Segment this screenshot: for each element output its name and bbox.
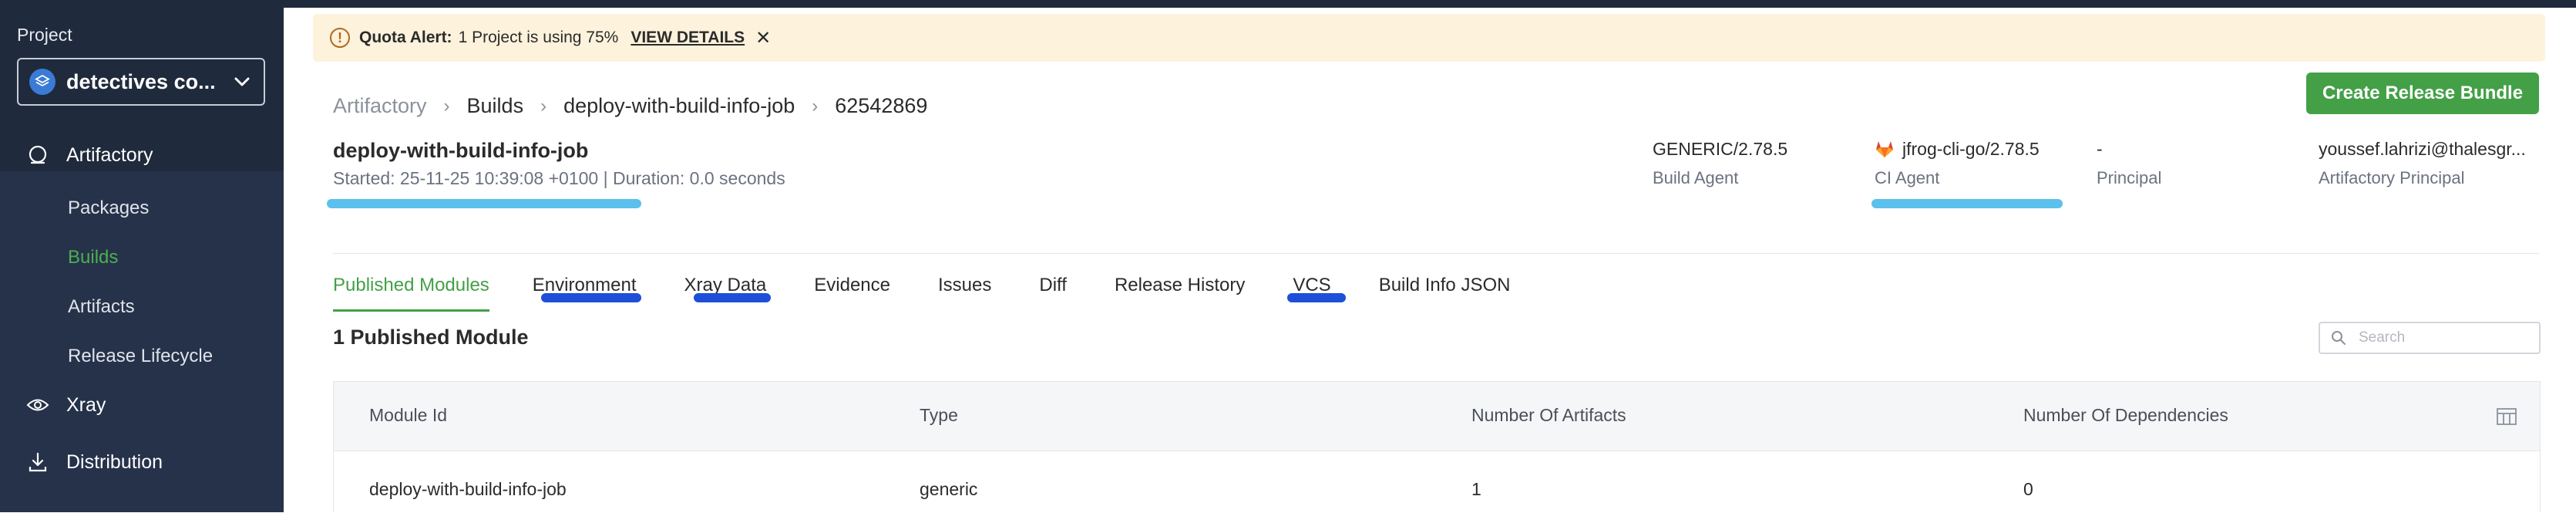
sidebar-item-release-lifecycle[interactable]: Release Lifecycle	[68, 346, 213, 367]
principal-value: -	[2097, 138, 2103, 159]
nav-xray-label: Xray	[66, 393, 106, 416]
build-agent-value: GENERIC/2.78.5	[1653, 138, 1788, 159]
nav-distribution-label: Distribution	[66, 451, 163, 473]
chevron-right-icon: ›	[812, 95, 819, 116]
search-box[interactable]	[2319, 322, 2541, 354]
tab-published-modules[interactable]: Published Modules	[333, 265, 489, 313]
breadcrumb-build-number: 62542869	[835, 94, 928, 117]
tab-vcs[interactable]: VCS	[1293, 265, 1330, 313]
tab-issues[interactable]: Issues	[938, 265, 991, 313]
cell-number-of-artifacts: 1	[1471, 479, 1481, 499]
cell-type: generic	[920, 479, 978, 499]
ci-agent-label: CI Agent	[1875, 168, 1940, 187]
annotation-underline-environment	[541, 293, 641, 302]
nav-artifactory[interactable]: Artifactory	[26, 143, 153, 167]
chevron-right-icon: ›	[540, 95, 547, 116]
search-input[interactable]	[2359, 329, 2513, 346]
sidebar: Project detectives co... Artifactory Pac…	[0, 8, 284, 512]
cell-module-id[interactable]: deploy-with-build-info-job	[369, 479, 567, 500]
search-icon	[2332, 331, 2346, 345]
breadcrumb: Artifactory › Builds › deploy-with-build…	[333, 94, 927, 118]
chevron-right-icon: ›	[443, 95, 450, 116]
project-name: detectives co...	[66, 69, 216, 93]
ci-agent-value: jfrog-cli-go/2.78.5	[1902, 138, 2040, 159]
nav-xray[interactable]: Xray	[26, 393, 106, 417]
table-header: Module Id Type Number Of Artifacts Numbe…	[334, 382, 2540, 451]
breadcrumb-artifactory[interactable]: Artifactory	[333, 94, 427, 118]
artifactory-principal-value: youssef.lahrizi@thalesgr...	[2319, 138, 2526, 159]
table-row[interactable]: deploy-with-build-info-job generic 1 0	[334, 451, 2540, 513]
build-started-duration: Started: 25-11-25 10:39:08 +0100 | Durat…	[333, 168, 785, 188]
create-release-bundle-button[interactable]: Create Release Bundle	[2306, 73, 2539, 114]
tab-build-info-json[interactable]: Build Info JSON	[1379, 265, 1511, 313]
breadcrumb-builds[interactable]: Builds	[467, 94, 524, 118]
main-content: ! Quota Alert: 1 Project is using 75% VI…	[284, 8, 2576, 512]
gitlab-icon	[1876, 141, 1893, 157]
annotation-underline-ci-agent	[1871, 199, 2063, 208]
tab-release-history[interactable]: Release History	[1115, 265, 1245, 313]
annotation-underline-vcs	[1287, 293, 1346, 302]
artifactory-icon	[26, 143, 49, 167]
quota-alert-banner: ! Quota Alert: 1 Project is using 75% VI…	[313, 14, 2545, 62]
divider	[333, 253, 2539, 254]
sidebar-item-artifacts[interactable]: Artifacts	[68, 296, 135, 318]
tab-xray-data[interactable]: Xray Data	[684, 265, 767, 313]
download-tray-icon	[26, 451, 49, 474]
column-settings-icon[interactable]	[2497, 408, 2517, 425]
project-label: Project	[17, 25, 72, 45]
alert-info-icon: !	[330, 28, 350, 48]
artifactory-section: Artifactory Packages Builds Artifacts Re…	[0, 123, 284, 376]
quota-alert-message: 1 Project is using 75%	[458, 29, 619, 46]
artifactory-principal-label: Artifactory Principal	[2319, 168, 2465, 187]
info-artifactory-principal: youssef.lahrizi@thalesgr... Artifactory …	[2319, 137, 2526, 188]
col-module-id[interactable]: Module Id	[369, 405, 447, 426]
project-layers-icon	[29, 69, 55, 95]
tab-evidence[interactable]: Evidence	[814, 265, 890, 313]
breadcrumb-build-name[interactable]: deploy-with-build-info-job	[563, 94, 795, 118]
sidebar-item-builds[interactable]: Builds	[68, 247, 118, 268]
annotation-underline-started	[327, 199, 641, 208]
close-icon[interactable]: ✕	[755, 27, 771, 49]
build-tabs: Published Modules Environment Xray Data …	[333, 265, 1510, 313]
annotation-underline-xray-data	[694, 293, 771, 302]
quota-alert-title: Quota Alert:	[359, 29, 452, 46]
nav-artifactory-label: Artifactory	[66, 143, 153, 166]
top-strip	[0, 0, 2576, 8]
tab-diff[interactable]: Diff	[1039, 265, 1067, 313]
principal-label: Principal	[2097, 168, 2162, 187]
cell-number-of-dependencies: 0	[2023, 479, 2033, 499]
sidebar-item-packages[interactable]: Packages	[68, 197, 149, 219]
info-build-agent: GENERIC/2.78.5 Build Agent	[1653, 137, 1787, 188]
project-selector[interactable]: detectives co...	[17, 58, 265, 106]
view-details-link[interactable]: VIEW DETAILS	[631, 29, 745, 47]
build-title: deploy-with-build-info-job	[333, 139, 589, 162]
tab-environment[interactable]: Environment	[533, 265, 637, 313]
nav-distribution[interactable]: Distribution	[26, 451, 163, 474]
modules-table: Module Id Type Number Of Artifacts Numbe…	[333, 381, 2541, 512]
sidebar-lower-nav: Xray Distribution	[0, 376, 284, 512]
info-ci-agent: jfrog-cli-go/2.78.5 CI Agent	[1875, 137, 2040, 188]
col-number-of-dependencies[interactable]: Number Of Dependencies	[2023, 405, 2228, 426]
build-agent-label: Build Agent	[1653, 168, 1739, 187]
col-number-of-artifacts[interactable]: Number Of Artifacts	[1471, 405, 1626, 426]
info-principal: - Principal	[2097, 137, 2161, 188]
eye-icon	[26, 393, 49, 417]
col-type[interactable]: Type	[920, 405, 958, 426]
chevron-down-icon	[234, 77, 250, 86]
published-modules-count: 1 Published Module	[333, 326, 529, 349]
